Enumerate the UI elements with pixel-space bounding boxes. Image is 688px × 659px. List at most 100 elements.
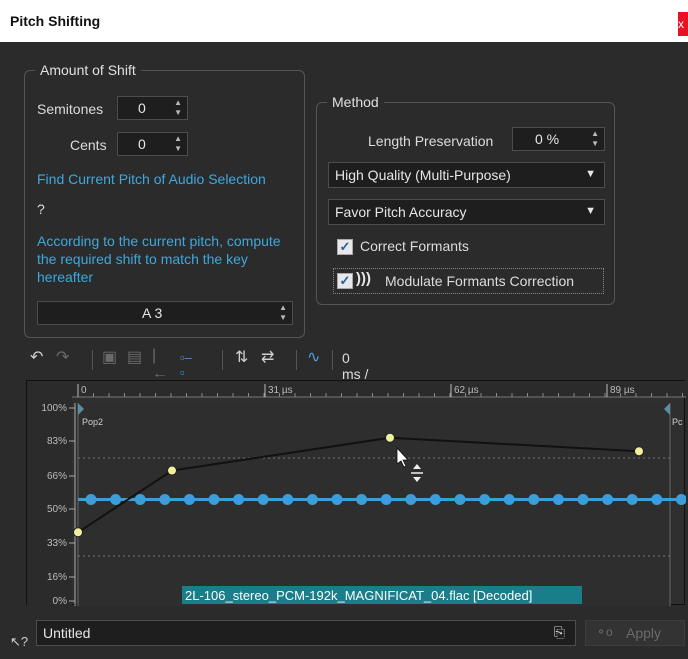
toolbar-divider [222, 350, 223, 370]
method-title: Method [327, 94, 384, 110]
y-tick-label: 0% [53, 596, 68, 606]
baseline-handle [331, 494, 343, 505]
baseline-handle [183, 494, 195, 505]
quality-value: High Quality (Multi-Purpose) [335, 167, 511, 183]
apply-button[interactable]: ⚬o Apply [585, 620, 685, 646]
baseline-handle [282, 494, 294, 505]
length-preservation-label: Length Preservation [368, 133, 494, 149]
modulate-formants-checkbox[interactable]: ✓ [337, 273, 353, 289]
flip-vertical-icon[interactable]: ⇅ [235, 347, 248, 367]
baseline-handle [380, 494, 392, 505]
semitones-spinbox[interactable]: 0 ▲ ▼ [117, 96, 188, 120]
cents-value: 0 [138, 136, 146, 152]
modulate-formants-label[interactable]: Modulate Formants Correction [385, 273, 574, 289]
window-title: Pitch Shifting [10, 13, 101, 29]
y-tick-label: 66% [47, 471, 67, 482]
baseline-handle [429, 494, 441, 505]
ruler-tick-label: 31 µs [268, 385, 293, 396]
baseline-handle [306, 494, 318, 505]
baseline-handle [552, 494, 564, 505]
ruler-tick-label: 0 [81, 385, 87, 396]
envelope-editor[interactable]: 0 31 µs 62 µs 89 µs 100% 83% 66% 50% 33%… [26, 380, 687, 607]
spin-arrows-icon[interactable]: ▲ ▼ [174, 98, 182, 118]
preset-name-field[interactable]: Untitled ⎘ [36, 620, 576, 646]
baseline-handle [602, 494, 614, 505]
baseline-handle [134, 494, 146, 505]
toolbar-divider [332, 350, 333, 370]
y-tick-label: 16% [47, 572, 67, 583]
amount-of-shift-title: Amount of Shift [35, 62, 141, 78]
baseline-handle [110, 494, 122, 505]
correct-formants-label[interactable]: Correct Formants [360, 238, 469, 254]
chevron-down-icon[interactable]: ▼ [585, 168, 596, 180]
y-tick-label: 50% [47, 504, 67, 515]
length-preservation-spinbox[interactable]: 0 % ▲ ▼ [512, 127, 605, 151]
favor-dropdown[interactable]: Favor Pitch Accuracy ▼ [328, 199, 605, 225]
key-spinbox[interactable]: A 3 ▲ ▼ [37, 301, 293, 325]
toolbar-divider [92, 350, 93, 370]
baseline-handle [405, 494, 417, 505]
baseline-handle [528, 494, 540, 505]
apply-icon: ⚬o [596, 625, 613, 639]
marker-label-right: Pc [672, 417, 683, 427]
paste-icon[interactable]: ▤ [127, 347, 142, 367]
chevron-down-icon[interactable]: ▼ [585, 205, 596, 217]
key-value: A 3 [142, 305, 163, 321]
baseline-handle [208, 494, 220, 505]
apply-label: Apply [626, 625, 662, 641]
help-pointer-icon[interactable]: ↖? [10, 634, 28, 650]
link-icon[interactable]: ▫–▫ [180, 350, 192, 380]
baseline-handle [454, 494, 466, 505]
y-tick-label: 83% [47, 436, 67, 447]
cents-label: Cents [70, 137, 107, 153]
copy-icon[interactable]: ▣ [102, 347, 117, 367]
length-preservation-value: 0 % [535, 131, 560, 147]
baseline-handle [233, 494, 245, 505]
close-button[interactable]: x [678, 12, 688, 36]
swap-icon[interactable]: ⇄ [261, 347, 274, 367]
spin-arrows-icon[interactable]: ▲ ▼ [174, 134, 182, 154]
toolbar-divider [296, 350, 297, 370]
envelope-canvas[interactable]: 0 31 µs 62 µs 89 µs 100% 83% 66% 50% 33%… [27, 381, 687, 607]
baseline-handle [503, 494, 515, 505]
envelope-point [167, 465, 177, 476]
go-start-icon[interactable]: |← [152, 347, 168, 383]
formant-modulation-icon: ))) [356, 270, 371, 287]
y-tick-label: 100% [41, 403, 67, 414]
time-ruler [72, 381, 686, 397]
favor-value: Favor Pitch Accuracy [335, 204, 467, 220]
baseline-handle [159, 494, 171, 505]
redo-icon[interactable]: ↷ [56, 347, 69, 367]
y-tick-label: 33% [47, 538, 67, 549]
baseline-handle [479, 494, 491, 505]
marker-label-left: Pop2 [82, 417, 103, 427]
find-pitch-link[interactable]: Find Current Pitch of Audio Selection [37, 170, 266, 188]
envelope-point [385, 432, 395, 443]
baseline-handle [626, 494, 638, 505]
compute-shift-link[interactable]: According to the current pitch, compute … [37, 232, 299, 286]
envelope-point [634, 446, 644, 457]
smooth-curve-icon[interactable]: ∿ [307, 347, 320, 367]
baseline-handle [577, 494, 589, 505]
preset-menu-icon[interactable]: ⎘ [554, 624, 565, 641]
semitones-label: Semitones [37, 101, 104, 117]
ruler-tick-label: 89 µs [610, 385, 635, 396]
baseline-handle [85, 494, 97, 505]
quality-dropdown[interactable]: High Quality (Multi-Purpose) ▼ [328, 162, 605, 188]
preset-name-value: Untitled [43, 625, 91, 641]
baseline-handle [257, 494, 269, 505]
spin-arrows-icon[interactable]: ▲ ▼ [591, 129, 599, 149]
baseline-handle [651, 494, 663, 505]
semitones-value: 0 [138, 100, 146, 116]
baseline-handle [356, 494, 368, 505]
spin-arrows-icon[interactable]: ▲ ▼ [279, 303, 287, 323]
baseline-handle [675, 494, 687, 505]
correct-formants-checkbox[interactable]: ✓ [337, 239, 353, 255]
envelope-point [73, 527, 83, 538]
title-bar: Pitch Shifting x [0, 0, 688, 42]
ruler-tick-label: 62 µs [454, 385, 479, 396]
dialog-body: Amount of Shift Semitones 0 ▲ ▼ Cents 0 ▲… [0, 42, 688, 659]
cents-spinbox[interactable]: 0 ▲ ▼ [117, 132, 188, 156]
clip-label: 2L-106_stereo_PCM-192k_MAGNIFICAT_04.fla… [185, 588, 532, 603]
undo-icon[interactable]: ↶ [30, 347, 43, 367]
